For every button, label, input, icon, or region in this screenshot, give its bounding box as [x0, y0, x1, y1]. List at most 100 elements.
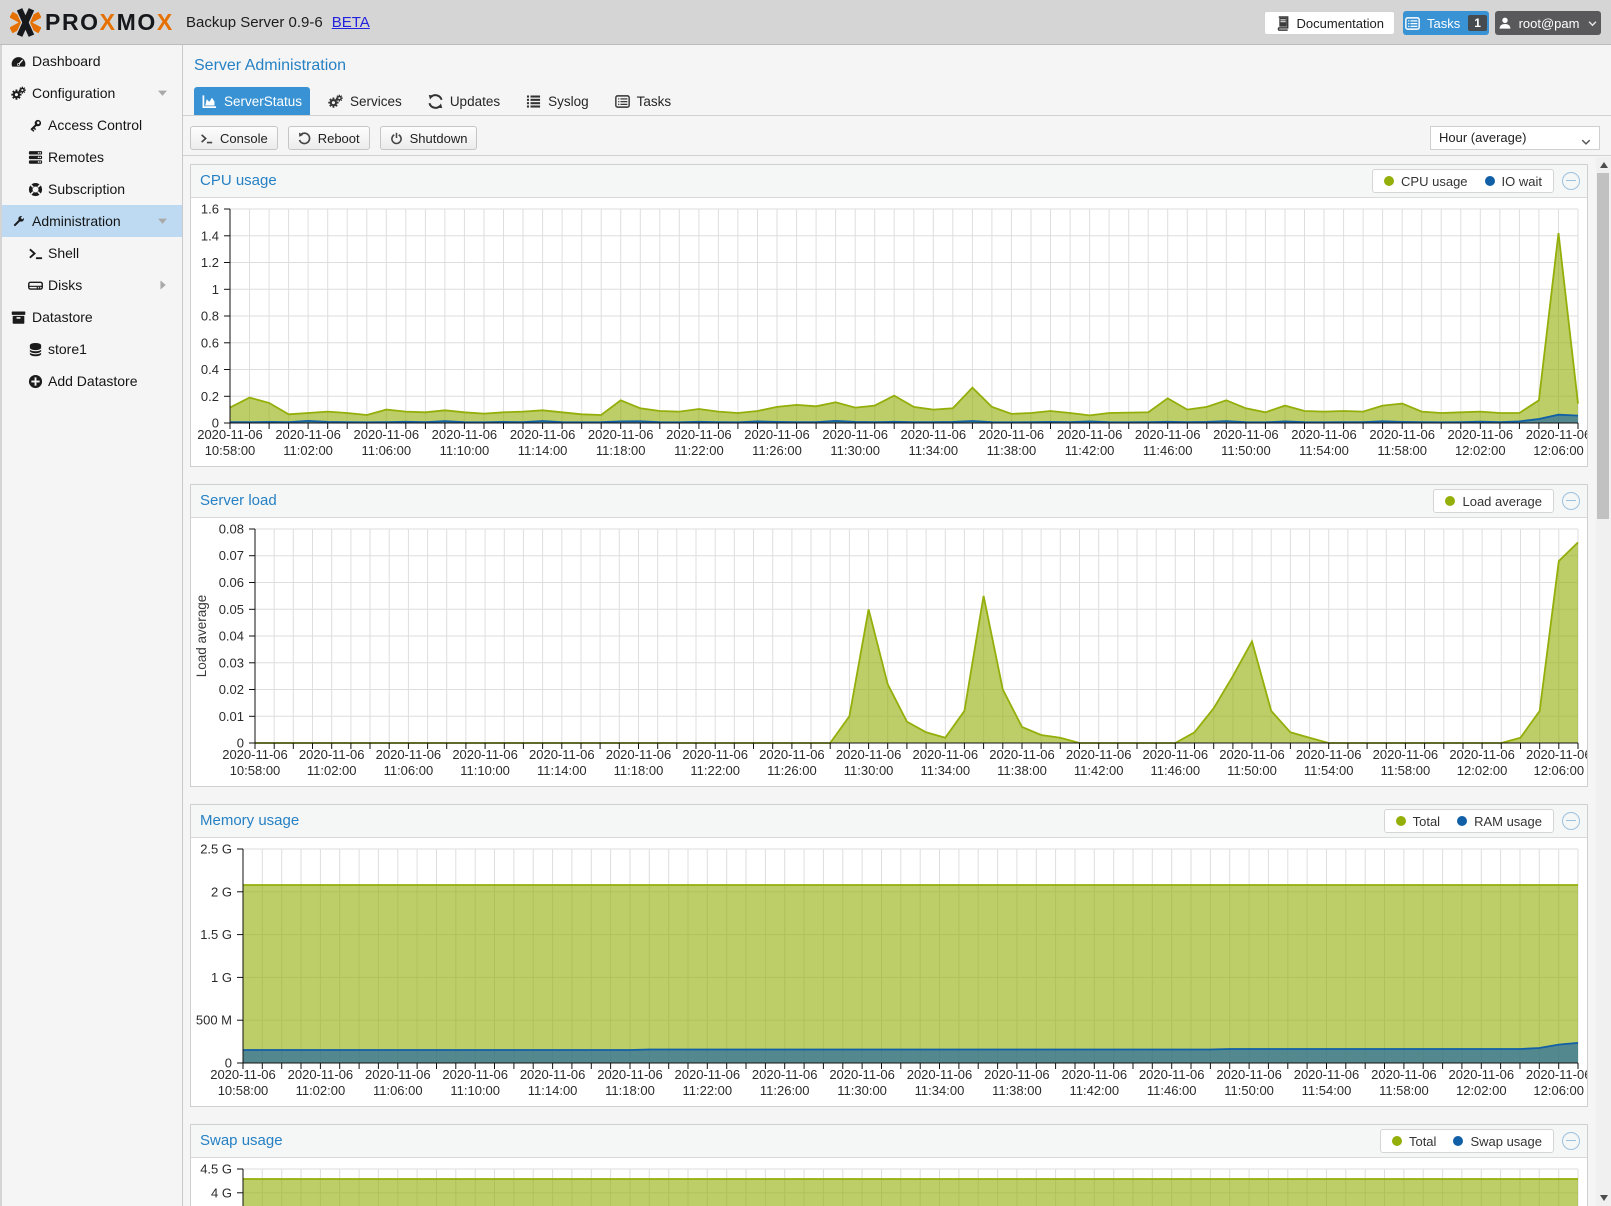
svg-text:2020-11-06: 2020-11-06 — [354, 427, 420, 442]
tab-updates[interactable]: Updates — [420, 87, 508, 115]
legend-label: RAM usage — [1474, 814, 1542, 829]
svg-text:2020-11-06: 2020-11-06 — [1526, 747, 1587, 762]
sidebar-item-access-control[interactable]: Access Control — [2, 109, 182, 141]
sidebar-item-add-datastore[interactable]: Add Datastore — [2, 365, 182, 397]
svg-text:12:02:00: 12:02:00 — [1456, 1083, 1507, 1098]
reboot-button[interactable]: Reboot — [288, 126, 370, 150]
legend-label: CPU usage — [1401, 174, 1467, 189]
timeframe-select[interactable]: Hour (average) — [1430, 126, 1600, 150]
svg-text:2020-11-06: 2020-11-06 — [1213, 427, 1279, 442]
beta-link[interactable]: BETA — [332, 14, 370, 31]
legend-dot-icon — [1445, 496, 1455, 506]
list-icon — [526, 94, 541, 109]
svg-text:2020-11-06: 2020-11-06 — [299, 747, 365, 762]
svg-text:2020-11-06: 2020-11-06 — [1294, 1067, 1360, 1082]
chart-legend: CPU usage IO wait — [1372, 169, 1554, 193]
svg-text:11:34:00: 11:34:00 — [920, 763, 970, 778]
chart-legend: Total RAM usage — [1384, 809, 1554, 833]
svg-text:2020-11-06: 2020-11-06 — [744, 427, 810, 442]
caret-right-icon[interactable] — [156, 279, 169, 292]
svg-text:4.5 G: 4.5 G — [200, 1162, 232, 1177]
sidebar-item-disks[interactable]: Disks — [2, 269, 182, 301]
svg-text:10:58:00: 10:58:00 — [218, 1083, 269, 1098]
svg-text:2.5 G: 2.5 G — [200, 842, 232, 857]
svg-text:11:34:00: 11:34:00 — [908, 443, 958, 458]
tab-label: Services — [350, 94, 402, 109]
scrollbar-up-arrow[interactable] — [1596, 157, 1611, 173]
sidebar-item-shell[interactable]: Shell — [2, 237, 182, 269]
caret-down-icon[interactable] — [156, 215, 169, 228]
shutdown-button[interactable]: Shutdown — [380, 126, 478, 150]
proxmox-brand: PROXMOX — [10, 8, 174, 37]
chart-canvas-memory-usage: 0500 M1 G1.5 G2 G2.5 G2020-11-0610:58:00… — [191, 838, 1587, 1107]
proxmox-x-logo-icon — [10, 8, 41, 37]
svg-text:12:02:00: 12:02:00 — [1455, 443, 1506, 458]
svg-text:2020-11-06: 2020-11-06 — [1371, 1067, 1437, 1082]
sidebar-item-dashboard[interactable]: Dashboard — [2, 45, 182, 77]
panel-header: Memory usageTotalRAM usage — [191, 805, 1587, 838]
svg-text:2020-11-06: 2020-11-06 — [210, 1067, 276, 1082]
legend-item[interactable]: Total — [1392, 1134, 1436, 1149]
svg-text:11:46:00: 11:46:00 — [1143, 443, 1193, 458]
svg-text:11:02:00: 11:02:00 — [296, 1083, 346, 1098]
svg-text:2020-11-06: 2020-11-06 — [1373, 747, 1439, 762]
svg-text:11:42:00: 11:42:00 — [1065, 443, 1115, 458]
collapse-panel-icon[interactable] — [1562, 812, 1580, 830]
tab-syslog[interactable]: Syslog — [518, 87, 597, 115]
hdd-icon — [27, 278, 43, 293]
page-title: Server Administration — [194, 45, 346, 85]
scrollbar-down-arrow[interactable] — [1596, 1190, 1611, 1206]
sidebar-item-label: Dashboard — [32, 53, 101, 69]
sidebar-item-subscription[interactable]: Subscription — [2, 173, 182, 205]
legend-label: Total — [1413, 814, 1440, 829]
svg-text:2020-11-06: 2020-11-06 — [588, 427, 654, 442]
collapse-panel-icon[interactable] — [1562, 1132, 1580, 1150]
tasks-button[interactable]: Tasks 1 — [1403, 11, 1489, 35]
tab-tasks[interactable]: Tasks — [607, 87, 680, 115]
svg-text:11:30:00: 11:30:00 — [844, 763, 894, 778]
sidebar-item-label: Subscription — [48, 181, 125, 197]
svg-text:11:06:00: 11:06:00 — [384, 763, 434, 778]
legend-dot-icon — [1457, 816, 1467, 826]
legend-item[interactable]: IO wait — [1485, 174, 1542, 189]
toolbar: Console Reboot Shutdown Hour (average) — [183, 116, 1611, 156]
tasks-count-badge: 1 — [1468, 15, 1487, 31]
panel-server-load: Server loadLoad average00.010.020.030.04… — [190, 484, 1588, 787]
caret-down-icon[interactable] — [156, 87, 169, 100]
legend-item[interactable]: Total — [1396, 814, 1440, 829]
user-icon — [1498, 16, 1512, 30]
svg-text:0.07: 0.07 — [219, 548, 244, 563]
sidebar-item-store1[interactable]: store1 — [2, 333, 182, 365]
panel-swap-usage: Swap usageTotalSwap usage0500 M1 G1.5 G2… — [190, 1124, 1588, 1206]
svg-text:11:42:00: 11:42:00 — [1074, 763, 1124, 778]
sidebar-item-remotes[interactable]: Remotes — [2, 141, 182, 173]
legend-item[interactable]: Swap usage — [1453, 1134, 1542, 1149]
console-button[interactable]: Console — [190, 126, 278, 150]
terminal-icon — [200, 132, 213, 145]
sidebar-item-configuration[interactable]: Configuration — [2, 77, 182, 109]
sidebar-item-administration[interactable]: Administration — [2, 205, 182, 237]
scrollbar-thumb[interactable] — [1597, 173, 1609, 519]
svg-text:2 G: 2 G — [211, 884, 232, 899]
tab-services[interactable]: Services — [320, 87, 410, 115]
legend-item[interactable]: RAM usage — [1457, 814, 1542, 829]
svg-text:11:38:00: 11:38:00 — [987, 443, 1037, 458]
svg-text:12:02:00: 12:02:00 — [1457, 763, 1508, 778]
sidebar-item-datastore[interactable]: Datastore — [2, 301, 182, 333]
panel-header: Server loadLoad average — [191, 485, 1587, 518]
legend-item[interactable]: Load average — [1445, 494, 1542, 509]
collapse-panel-icon[interactable] — [1562, 492, 1580, 510]
user-menu-button[interactable]: root@pam — [1495, 11, 1601, 35]
chart-legend: Total Swap usage — [1380, 1129, 1554, 1153]
brand-wordmark: PROXMOX — [45, 9, 174, 36]
collapse-panel-icon[interactable] — [1562, 172, 1580, 190]
legend-dot-icon — [1392, 1136, 1402, 1146]
svg-text:0.04: 0.04 — [219, 629, 244, 644]
book-icon — [1275, 16, 1290, 31]
legend-item[interactable]: CPU usage — [1384, 174, 1467, 189]
documentation-button[interactable]: Documentation — [1264, 11, 1395, 35]
tab-serverstatus[interactable]: ServerStatus — [194, 87, 310, 115]
sidebar-item-label: Shell — [48, 245, 79, 261]
tachometer-icon — [10, 54, 26, 69]
svg-text:2020-11-06: 2020-11-06 — [1526, 1067, 1587, 1082]
